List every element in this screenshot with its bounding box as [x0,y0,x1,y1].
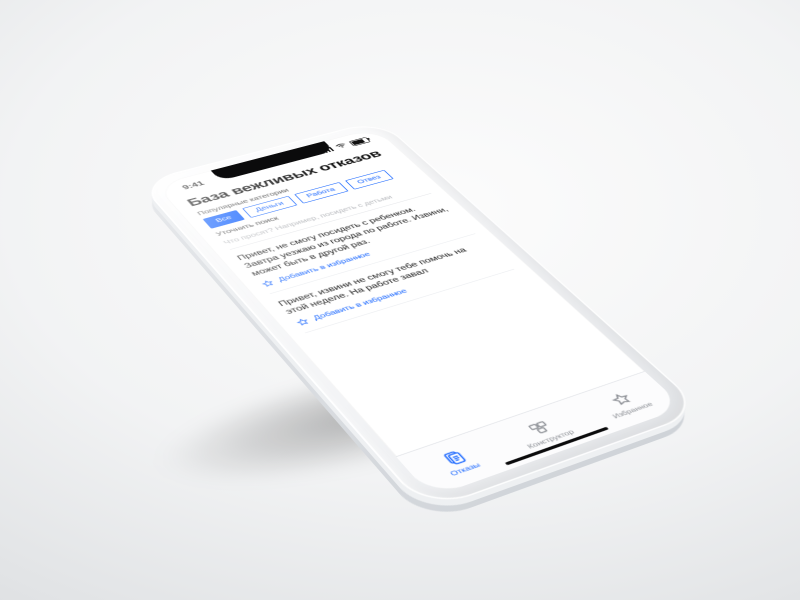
battery-icon [349,137,371,146]
status-time: 9:41 [180,180,206,191]
wifi-icon [333,141,351,151]
